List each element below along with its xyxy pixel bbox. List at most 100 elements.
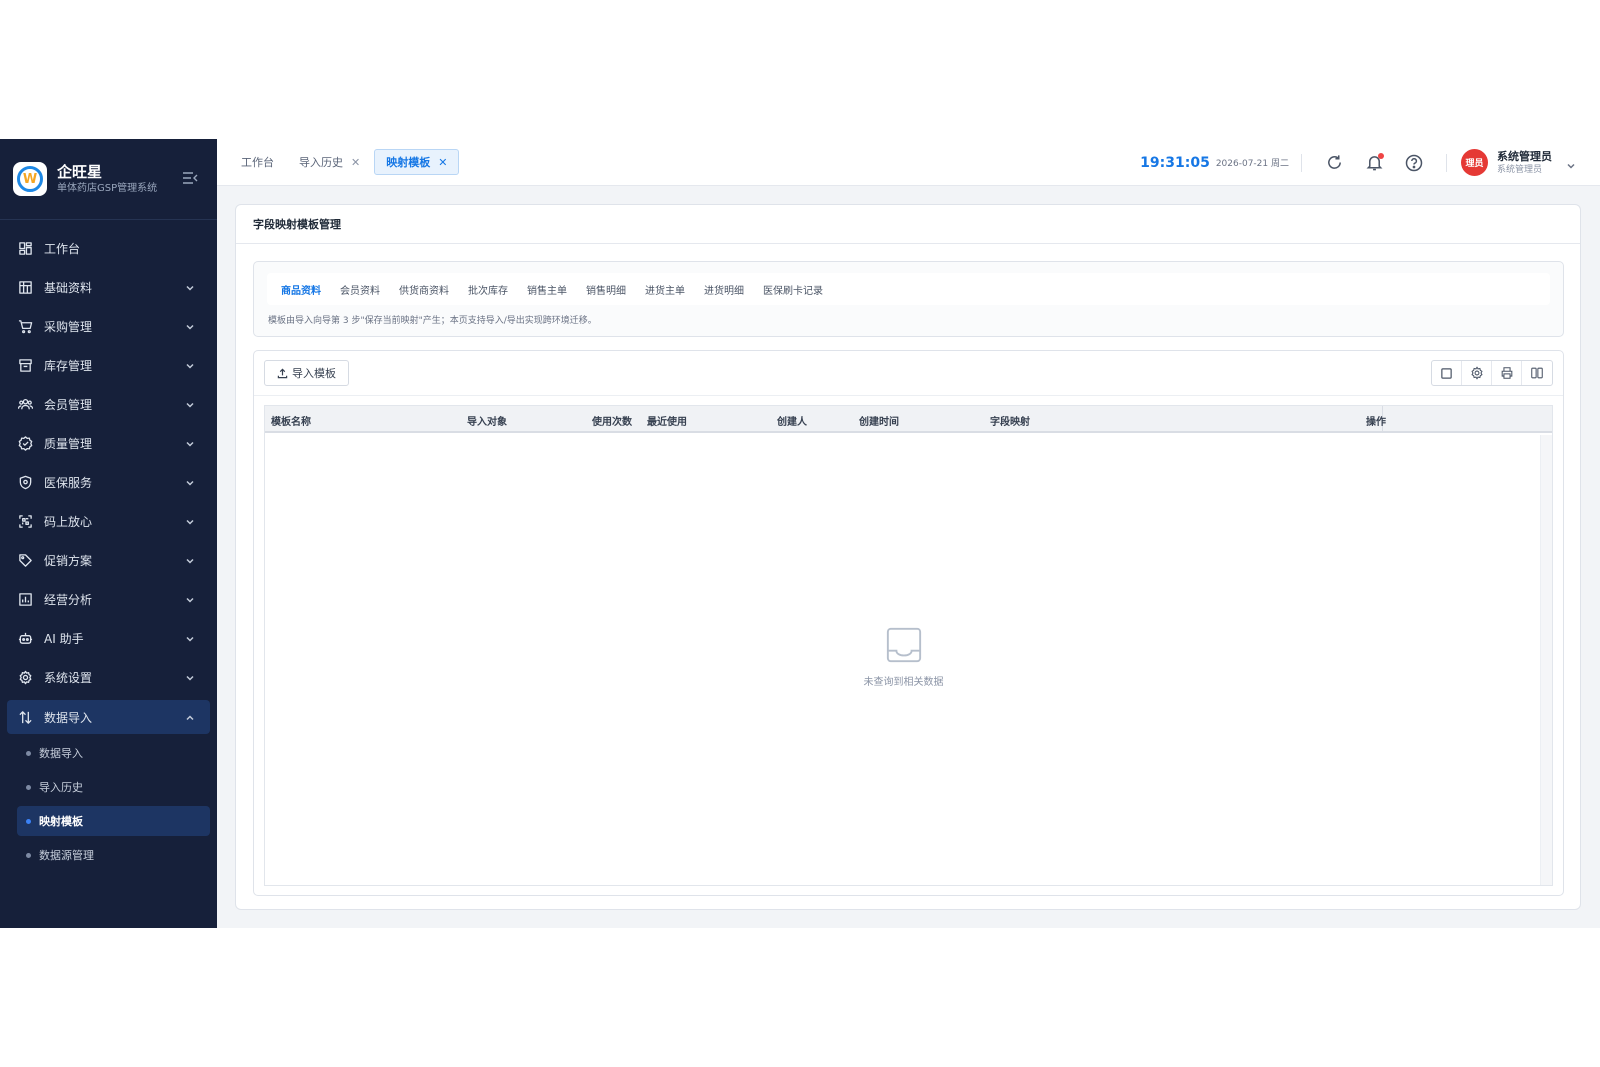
sidebar-item-10[interactable]: AI 助手 (0, 619, 217, 658)
fullscreen-icon[interactable] (1432, 361, 1462, 385)
shield-icon (18, 475, 33, 490)
sidebar-item-2[interactable]: 采购管理 (0, 307, 217, 346)
template-card: 字段映射模板管理 商品资料 会员资料 供货商资料 批次库存 销售主单 销售明细 进货主单 进货… (235, 204, 1581, 910)
sidebar-subitem-label: 映射模板 (39, 815, 83, 828)
page-tabs: 工作台 导入历史 ✕ 映射模板 ✕ (217, 139, 462, 185)
sidebar-item-1[interactable]: 基础资料 (0, 268, 217, 307)
chevron-down-icon (185, 516, 195, 526)
column-header-1[interactable]: 导入对象 (467, 413, 507, 428)
sidebar-item-label: 采购管理 (44, 320, 93, 334)
table-tools (1431, 360, 1553, 386)
empty-text: 未查询到相关数据 (863, 677, 944, 688)
object-tab-8[interactable]: 医保刷卡记录 (763, 282, 823, 297)
sidebar-item-9[interactable]: 经营分析 (0, 580, 217, 619)
swap-icon (18, 710, 33, 725)
sidebar-subitem-label: 数据导入 (39, 747, 83, 760)
sidebar-subitem-label: 导入历史 (39, 781, 83, 794)
close-icon[interactable]: ✕ (438, 156, 447, 169)
sidebar-item-6[interactable]: 医保服务 (0, 463, 217, 502)
tab-0[interactable]: 工作台 (230, 149, 285, 175)
object-tab-1[interactable]: 会员资料 (340, 282, 380, 297)
column-header-2[interactable]: 使用次数 (592, 413, 632, 428)
chevron-down-icon (185, 594, 195, 604)
object-tab-5[interactable]: 销售明细 (586, 282, 626, 297)
robot-icon (18, 631, 33, 646)
collapse-sidebar-icon[interactable] (181, 169, 199, 187)
hint-text: 模板由导入向导第 3 步"保存当前映射"产生；本页支持导入/导出实现跨环境迁移。 (268, 316, 597, 326)
sidebar-subitem-1[interactable]: 导入历史 (0, 770, 217, 804)
main-area: 工作台 导入历史 ✕ 映射模板 ✕ 19:31:05 2026-07-21 周二 理员 (217, 139, 1600, 928)
clock-time: 19:31:05 (1140, 154, 1210, 171)
sidebar: W 企旺星 单体药店GSP管理系统 工作台基础资料采购管理库存管理会员管理质量管… (0, 139, 217, 928)
users-icon (18, 397, 33, 412)
chevron-down-icon (185, 282, 195, 292)
sidebar-item-label: 系统设置 (44, 671, 93, 685)
object-tab-4[interactable]: 销售主单 (527, 282, 567, 297)
tab-label: 工作台 (241, 156, 274, 169)
table-toolbar: 导入模板 (254, 351, 1563, 396)
dashboard-icon (18, 241, 33, 256)
column-header-4[interactable]: 创建人 (777, 413, 807, 428)
column-header-5[interactable]: 创建时间 (859, 413, 899, 428)
logo: W (13, 162, 47, 196)
empty-inbox-icon (885, 626, 923, 664)
refresh-icon[interactable] (1324, 153, 1344, 173)
user-menu[interactable]: 理员 系统管理员 系统管理员 (1461, 149, 1576, 177)
column-header-3[interactable]: 最近使用 (647, 413, 687, 428)
help-icon[interactable] (1404, 153, 1424, 173)
brand-subtitle: 单体药店GSP管理系统 (57, 183, 158, 194)
column-header-6[interactable]: 字段映射 (990, 413, 1030, 428)
sidebar-item-8[interactable]: 促销方案 (0, 541, 217, 580)
sidebar-item-7[interactable]: 码上放心 (0, 502, 217, 541)
bell-icon[interactable] (1364, 152, 1384, 173)
sidebar-subitem-2[interactable]: 映射模板 (17, 806, 210, 836)
app-shell: W 企旺星 单体药店GSP管理系统 工作台基础资料采购管理库存管理会员管理质量管… (0, 139, 1600, 928)
object-tab-3[interactable]: 批次库存 (468, 282, 508, 297)
chevron-down-icon (185, 399, 195, 409)
upload-icon (277, 368, 288, 379)
filter-panel: 商品资料 会员资料 供货商资料 批次库存 销售主单 销售明细 进货主单 进货明细 医保刷卡记录 … (253, 261, 1564, 337)
user-name: 系统管理员 (1497, 149, 1552, 163)
sidebar-item-12[interactable]: 数据导入 (7, 700, 210, 734)
bullet-dot (26, 784, 31, 790)
gear-icon (18, 670, 33, 685)
chevron-down-icon (1566, 158, 1576, 169)
import-template-button[interactable]: 导入模板 (264, 360, 349, 386)
brand: W 企旺星 单体药店GSP管理系统 (0, 139, 217, 220)
sidebar-menu: 工作台基础资料采购管理库存管理会员管理质量管理医保服务码上放心 促销方案 经营分析 A… (0, 220, 217, 872)
close-icon[interactable]: ✕ (351, 156, 360, 169)
object-tab-2[interactable]: 供货商资料 (399, 282, 449, 297)
archive-icon (18, 358, 33, 373)
sidebar-subitem-3[interactable]: 数据源管理 (0, 838, 217, 872)
import-template-label: 导入模板 (292, 367, 336, 380)
bullet-dot (26, 818, 31, 824)
columns-icon[interactable] (1522, 361, 1552, 385)
sidebar-item-11[interactable]: 系统设置 (0, 658, 217, 697)
page-title: 字段映射模板管理 (236, 205, 1580, 244)
sidebar-item-label: 会员管理 (44, 398, 93, 412)
table-header: 模板名称 导入对象 使用次数 最近使用 创建人 创建时间 字段映射 操作 (265, 406, 1552, 433)
object-tab-6[interactable]: 进货主单 (645, 282, 685, 297)
chevron-down-icon (185, 438, 195, 448)
template-table: 模板名称 导入对象 使用次数 最近使用 创建人 创建时间 字段映射 操作 未查询到相关数据 (264, 405, 1553, 886)
sidebar-item-label: 库存管理 (44, 359, 93, 373)
chevron-down-icon (185, 360, 195, 370)
print-icon[interactable] (1492, 361, 1522, 385)
sidebar-item-4[interactable]: 会员管理 (0, 385, 217, 424)
sidebar-item-3[interactable]: 库存管理 (0, 346, 217, 385)
sidebar-item-0[interactable]: 工作台 (0, 229, 217, 268)
object-tab-0[interactable]: 商品资料 (281, 282, 321, 297)
tag-icon (18, 553, 33, 568)
column-header-0[interactable]: 模板名称 (271, 413, 311, 428)
avatar: 理员 (1461, 149, 1488, 176)
tab-2[interactable]: 映射模板 ✕ (374, 149, 460, 175)
object-tab-7[interactable]: 进货明细 (704, 282, 744, 297)
column-header-7[interactable]: 操作 (1366, 413, 1386, 428)
sidebar-subitem-0[interactable]: 数据导入 (0, 736, 217, 770)
sidebar-item-label: 医保服务 (44, 476, 93, 490)
settings-icon[interactable] (1462, 361, 1492, 385)
sidebar-item-label: 基础资料 (44, 281, 93, 295)
grid-icon (18, 280, 33, 295)
sidebar-item-5[interactable]: 质量管理 (0, 424, 217, 463)
tab-1[interactable]: 导入历史 ✕ (288, 149, 371, 175)
